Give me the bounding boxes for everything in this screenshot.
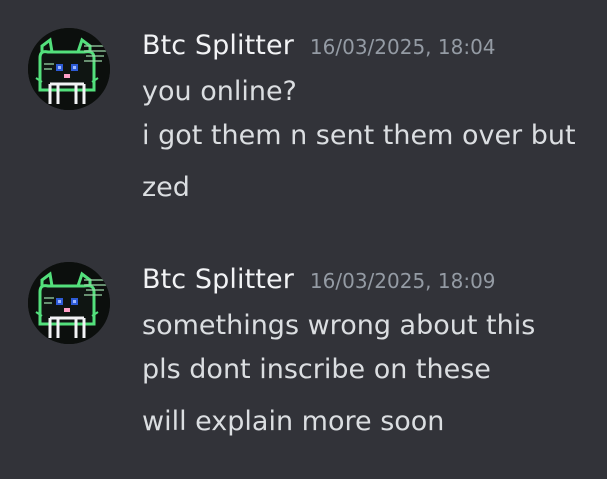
message-line: you online? xyxy=(142,76,297,107)
message-header: Btc Splitter 16/03/2025, 18:04 xyxy=(142,30,496,66)
message-line: i got them n sent them over but xyxy=(142,120,576,151)
timestamp[interactable]: 16/03/2025, 18:09 xyxy=(310,269,496,293)
message-content: you online? i got them n sent them over … xyxy=(142,74,592,214)
message-header: Btc Splitter 16/03/2025, 18:09 xyxy=(142,264,496,300)
username[interactable]: Btc Splitter xyxy=(142,264,294,295)
pixel-cat-avatar-icon[interactable] xyxy=(28,262,110,344)
pixel-cat-avatar-icon[interactable] xyxy=(28,28,110,110)
message-line: somethings wrong about this xyxy=(142,310,536,341)
message-line: zed xyxy=(142,172,190,203)
message-line: will explain more soon xyxy=(142,406,445,437)
message-line: pls dont inscribe on these xyxy=(142,354,491,385)
timestamp[interactable]: 16/03/2025, 18:04 xyxy=(310,35,496,59)
username[interactable]: Btc Splitter xyxy=(142,30,294,61)
message-content: somethings wrong about this pls dont ins… xyxy=(142,308,592,448)
chat-log: Btc Splitter 16/03/2025, 18:04 you onlin… xyxy=(0,0,607,479)
